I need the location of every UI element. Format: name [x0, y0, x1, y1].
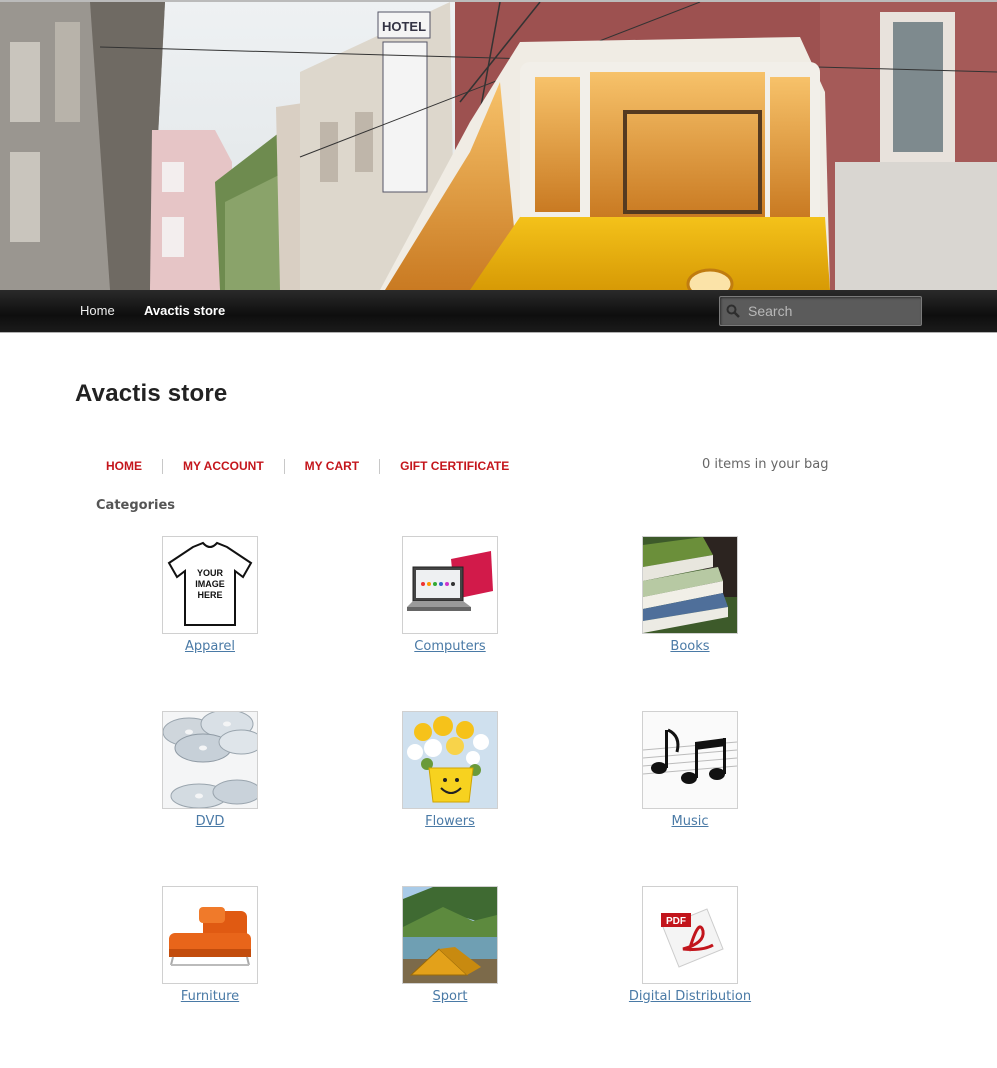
category-sport-link[interactable]: Sport [433, 989, 468, 1004]
category-apparel-image[interactable]: YOUR IMAGE HERE [162, 536, 258, 634]
category-books: Books [590, 536, 790, 654]
category-furniture: Furniture [110, 886, 310, 1004]
nav-home-link[interactable]: Home [80, 290, 115, 333]
main-navbar: Home Avactis store [0, 290, 997, 333]
category-dvd-image[interactable] [162, 711, 258, 809]
search-input[interactable] [748, 297, 918, 325]
category-sport-image[interactable] [402, 886, 498, 984]
svg-text:HOTEL: HOTEL [382, 19, 426, 34]
category-flowers: Flowers [350, 711, 550, 829]
page-title: Avactis store [75, 380, 228, 407]
category-digital-distribution: PDF Digital Distribution [590, 886, 790, 1004]
svg-text:HERE: HERE [197, 590, 222, 600]
search-icon [726, 304, 740, 318]
category-apparel-link[interactable]: Apparel [185, 639, 235, 654]
store-menu: HOME MY ACCOUNT MY CART GIFT CERTIFICATE [86, 456, 529, 476]
category-dvd: DVD [110, 711, 310, 829]
category-music-link[interactable]: Music [672, 814, 709, 829]
category-sport: Sport [350, 886, 550, 1004]
categories-heading: Categories [96, 498, 176, 513]
menu-gift-certificate-link[interactable]: GIFT CERTIFICATE [380, 457, 529, 475]
category-books-image[interactable] [642, 536, 738, 634]
category-furniture-link[interactable]: Furniture [181, 989, 239, 1004]
header-banner-image: HOTEL [0, 0, 997, 290]
category-computers: Computers [350, 536, 550, 654]
svg-text:PDF: PDF [666, 916, 686, 927]
category-furniture-image[interactable] [162, 886, 258, 984]
menu-my-cart-link[interactable]: MY CART [285, 457, 379, 475]
category-digital-distribution-link[interactable]: Digital Distribution [629, 989, 751, 1004]
menu-my-account-link[interactable]: MY ACCOUNT [163, 457, 284, 475]
search-box[interactable] [719, 296, 922, 326]
category-flowers-link[interactable]: Flowers [425, 814, 475, 829]
category-flowers-image[interactable] [402, 711, 498, 809]
category-dvd-link[interactable]: DVD [196, 814, 225, 829]
category-computers-image[interactable] [402, 536, 498, 634]
menu-home-link[interactable]: HOME [86, 457, 162, 475]
category-books-link[interactable]: Books [670, 639, 709, 654]
category-apparel: YOUR IMAGE HERE Apparel [110, 536, 310, 654]
nav-avactis-store-link[interactable]: Avactis store [144, 290, 225, 333]
svg-text:YOUR: YOUR [197, 568, 224, 578]
bag-status: 0 items in your bag [702, 457, 829, 472]
category-digital-distribution-image[interactable]: PDF [642, 886, 738, 984]
category-music-image[interactable] [642, 711, 738, 809]
svg-text:IMAGE: IMAGE [195, 579, 225, 589]
category-music: Music [590, 711, 790, 829]
category-computers-link[interactable]: Computers [414, 639, 485, 654]
